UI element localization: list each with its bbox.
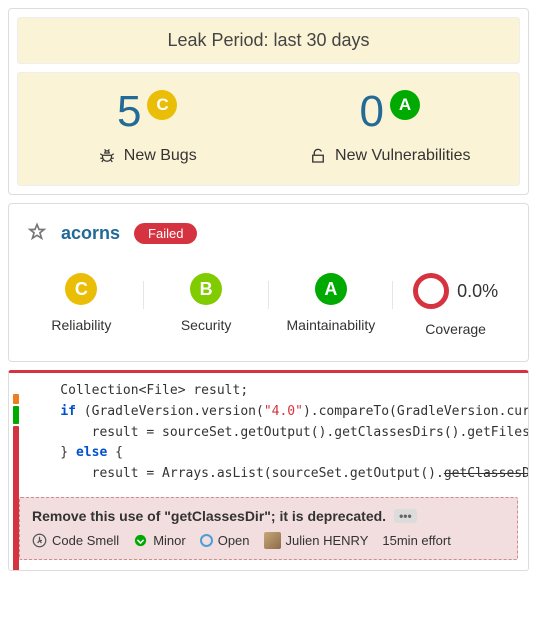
- new-vuln-grade: A: [390, 90, 420, 120]
- maintainability-label: Maintainability: [269, 317, 394, 333]
- code-issue-panel: Collection<File> result; if (GradleVersi…: [8, 370, 529, 571]
- reliability-metric[interactable]: C Reliability: [19, 273, 144, 337]
- new-vulnerabilities-metric[interactable]: 0 A New Vulnerabilities: [269, 87, 512, 165]
- maintainability-grade: A: [315, 273, 347, 305]
- new-bugs-grade: C: [147, 90, 177, 120]
- severity-minor-icon: [133, 533, 148, 548]
- avatar: [264, 532, 281, 549]
- new-bugs-metric[interactable]: 5 C New Bugs: [26, 87, 269, 165]
- new-bugs-label: New Bugs: [124, 147, 197, 165]
- issue-more-button[interactable]: •••: [394, 509, 417, 523]
- issue-assignee[interactable]: Julien HENRY: [264, 532, 369, 549]
- leak-period-card: Leak Period: last 30 days 5 C New Bugs 0…: [8, 8, 529, 195]
- code-smell-icon: [32, 533, 47, 548]
- issue-status[interactable]: Open: [200, 533, 250, 548]
- coverage-label: Coverage: [393, 321, 518, 337]
- leak-period-body: 5 C New Bugs 0 A New Vulnerabilities: [17, 72, 520, 186]
- security-metric[interactable]: B Security: [144, 273, 269, 337]
- issue-box[interactable]: Remove this use of "getClassesDir"; it i…: [19, 497, 518, 560]
- project-card: acorns Failed C Reliability B Security A…: [8, 203, 529, 362]
- issue-message: Remove this use of "getClassesDir"; it i…: [32, 508, 386, 524]
- unlock-icon: [309, 147, 327, 165]
- coverage-ring-icon: [413, 273, 449, 309]
- scm-gutter: [9, 376, 21, 570]
- issue-type[interactable]: Code Smell: [32, 533, 119, 548]
- project-name-link[interactable]: acorns: [61, 223, 120, 244]
- new-vuln-count: 0: [360, 87, 384, 137]
- coverage-value: 0.0%: [457, 281, 498, 302]
- security-label: Security: [144, 317, 269, 333]
- favorite-star-icon[interactable]: [27, 222, 47, 245]
- source-code: Collection<File> result; if (GradleVersi…: [9, 373, 528, 493]
- bug-icon: [98, 147, 116, 165]
- leak-period-header: Leak Period: last 30 days: [17, 17, 520, 64]
- reliability-label: Reliability: [19, 317, 144, 333]
- maintainability-metric[interactable]: A Maintainability: [269, 273, 394, 337]
- new-bugs-count: 5: [117, 87, 141, 137]
- issue-effort: 15min effort: [382, 533, 450, 548]
- reliability-grade: C: [65, 273, 97, 305]
- quality-gate-status: Failed: [134, 223, 197, 244]
- security-grade: B: [190, 273, 222, 305]
- issue-severity[interactable]: Minor: [133, 533, 186, 548]
- status-open-icon: [200, 534, 213, 547]
- coverage-metric[interactable]: 0.0% Coverage: [393, 273, 518, 337]
- new-vuln-label: New Vulnerabilities: [335, 147, 470, 165]
